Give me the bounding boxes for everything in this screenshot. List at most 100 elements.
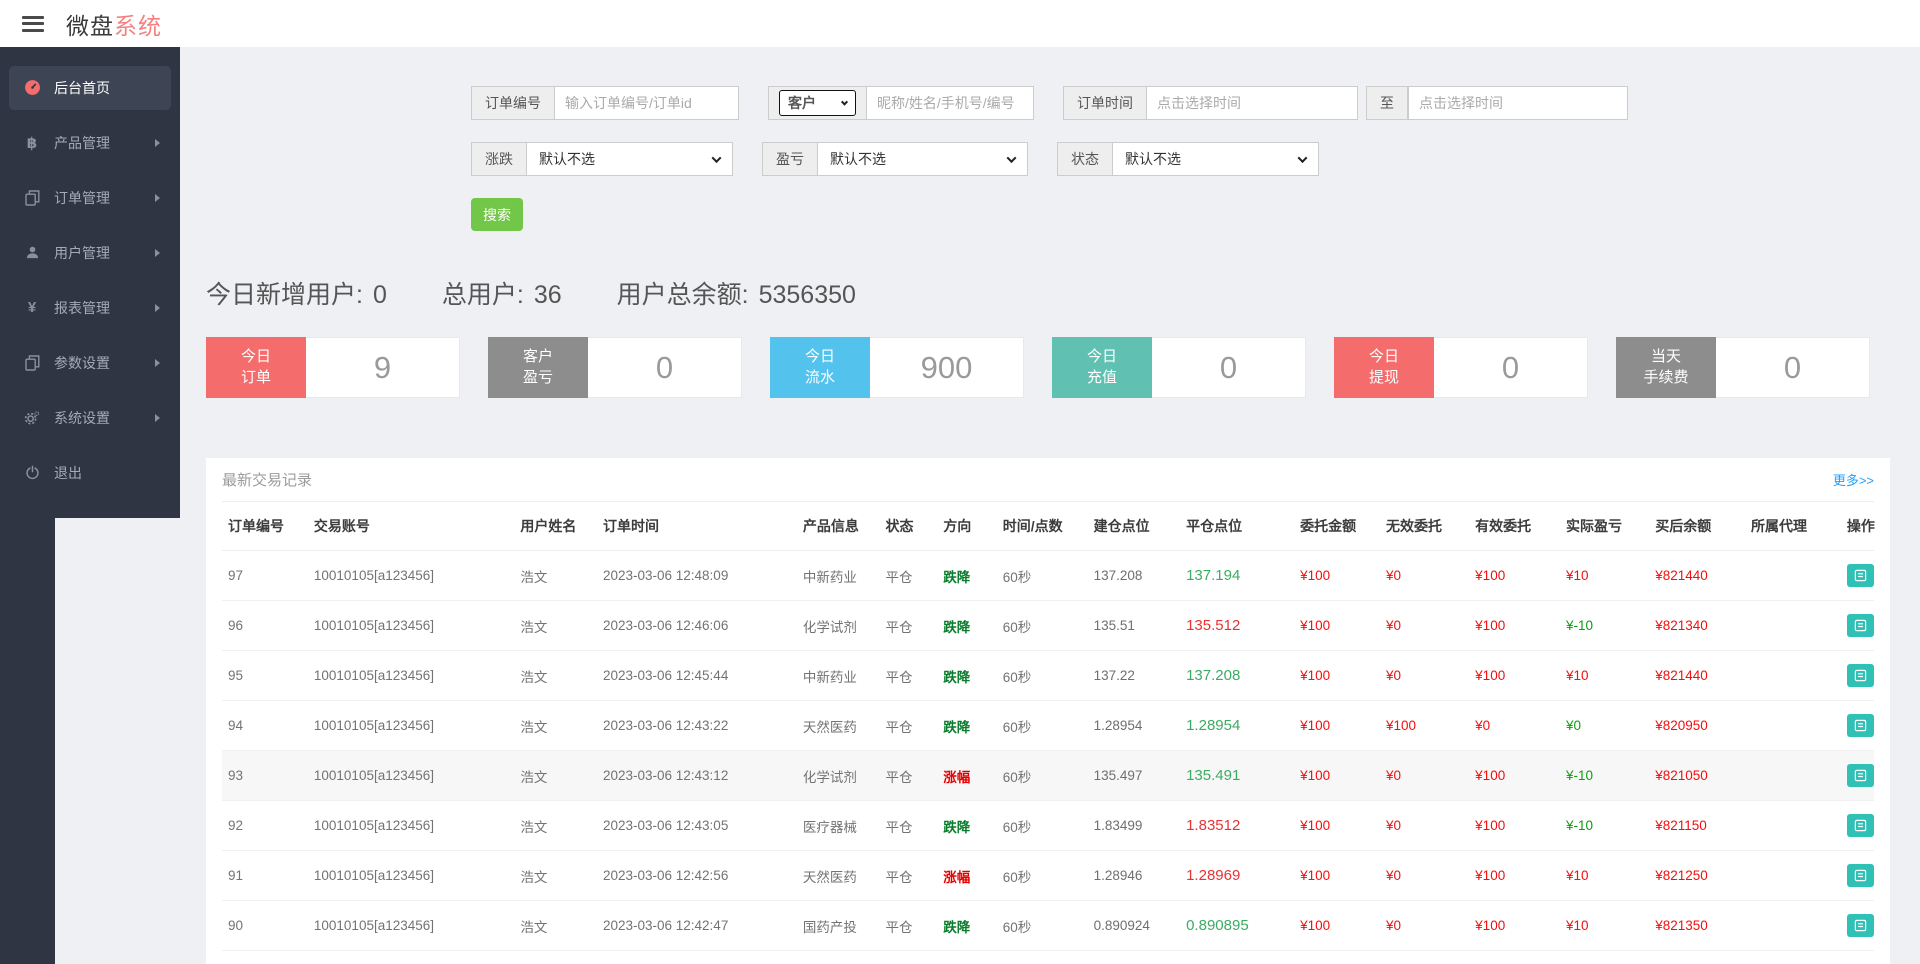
top-bar: 微盘系统 bbox=[0, 0, 1920, 47]
name-cell: 浩文 bbox=[514, 801, 597, 851]
orders-icon bbox=[22, 190, 42, 206]
close-cell: 137.194 bbox=[1180, 551, 1294, 601]
order-no-input[interactable] bbox=[554, 86, 739, 120]
chevron-right-icon bbox=[155, 414, 160, 422]
search-button[interactable]: 搜索 bbox=[471, 198, 523, 231]
amount-cell: ¥100 bbox=[1294, 651, 1380, 701]
amount-cell: ¥100 bbox=[1294, 801, 1380, 851]
account-cell: 10010105[a123456] bbox=[308, 651, 514, 701]
action-cell bbox=[1841, 551, 1874, 601]
name-cell: 浩文 bbox=[514, 601, 597, 651]
column-header: 平仓点位 bbox=[1180, 502, 1294, 551]
status-cell: 平仓 bbox=[879, 601, 937, 651]
action-cell bbox=[1841, 601, 1874, 651]
stat-card: 今日 订单 9 bbox=[206, 337, 460, 398]
direction-cell: 跌降 bbox=[937, 801, 996, 851]
order-detail-button[interactable] bbox=[1847, 714, 1874, 737]
params-icon bbox=[22, 355, 42, 371]
sidebar-item-后台首页[interactable]: 后台首页 bbox=[0, 60, 180, 115]
close-cell: 1.28954 bbox=[1180, 701, 1294, 751]
table-row: 9310010105[a123456]浩文2023-03-06 12:43:12… bbox=[222, 751, 1874, 801]
column-header: 实际盈亏 bbox=[1560, 502, 1649, 551]
profit-label: 盈亏 bbox=[762, 142, 817, 176]
time-to-input[interactable] bbox=[1408, 86, 1628, 120]
product-cell: 化学试剂 bbox=[797, 751, 880, 801]
sidebar-item-产品管理[interactable]: ฿ 产品管理 bbox=[0, 115, 180, 170]
amount-cell: ¥100 bbox=[1294, 551, 1380, 601]
profit-select[interactable]: 默认不选 bbox=[817, 142, 1028, 176]
account-cell: 10010105[a123456] bbox=[308, 901, 514, 951]
order-detail-button[interactable] bbox=[1847, 864, 1874, 887]
status-cell: 平仓 bbox=[879, 851, 937, 901]
status-cell: 平仓 bbox=[879, 801, 937, 851]
action-cell bbox=[1841, 751, 1874, 801]
stat-card-label: 今日 订单 bbox=[206, 337, 306, 398]
invalid-cell: ¥0 bbox=[1380, 801, 1469, 851]
stat-card: 当天 手续费 0 bbox=[1616, 337, 1870, 398]
time-cell: 2023-03-06 12:43:22 bbox=[597, 701, 797, 751]
chevron-down-icon bbox=[712, 153, 722, 163]
stat-card-value: 900 bbox=[870, 337, 1024, 398]
name-cell: 浩文 bbox=[514, 901, 597, 951]
column-header: 建仓点位 bbox=[1088, 502, 1181, 551]
table-row: 8910010105[a123456]浩文2023-03-06 12:42:41… bbox=[222, 951, 1874, 964]
order-detail-button[interactable] bbox=[1847, 764, 1874, 787]
sidebar-item-退出[interactable]: 退出 bbox=[0, 445, 180, 500]
close-cell: 137.208 bbox=[1180, 651, 1294, 701]
profit-filter: 盈亏 默认不选 bbox=[762, 142, 1028, 176]
order-detail-button[interactable] bbox=[1847, 664, 1874, 687]
profit-value: 默认不选 bbox=[830, 149, 886, 169]
agent-cell bbox=[1745, 801, 1841, 851]
status-label: 状态 bbox=[1057, 142, 1112, 176]
sidebar-item-系统设置[interactable]: 系统设置 bbox=[0, 390, 180, 445]
stat-card-label: 当天 手续费 bbox=[1616, 337, 1716, 398]
direction-cell: 跌降 bbox=[937, 651, 996, 701]
table-row: 9210010105[a123456]浩文2023-03-06 12:43:05… bbox=[222, 801, 1874, 851]
order-detail-button[interactable] bbox=[1847, 564, 1874, 587]
sidebar-item-用户管理[interactable]: 用户管理 bbox=[0, 225, 180, 280]
column-header: 有效委托 bbox=[1469, 502, 1560, 551]
order-detail-button[interactable] bbox=[1847, 814, 1874, 837]
profit-cell: ¥-10 bbox=[1560, 601, 1649, 651]
sidebar-item-报表管理[interactable]: ¥ 报表管理 bbox=[0, 280, 180, 335]
product-cell: 医疗器械 bbox=[797, 801, 880, 851]
customer-filter: 客户 bbox=[768, 86, 1034, 120]
invalid-cell: ¥0 bbox=[1380, 751, 1469, 801]
profit-cell: ¥10 bbox=[1560, 551, 1649, 601]
name-cell: 浩文 bbox=[514, 751, 597, 801]
customer-type-select[interactable]: 客户 bbox=[779, 90, 856, 116]
stat-card-value: 0 bbox=[1152, 337, 1306, 398]
name-cell: 浩文 bbox=[514, 951, 597, 964]
status-value: 默认不选 bbox=[1125, 149, 1181, 169]
order-detail-button[interactable] bbox=[1847, 614, 1874, 637]
stat-card-label: 客户 盈亏 bbox=[488, 337, 588, 398]
valid-cell: ¥100 bbox=[1469, 601, 1560, 651]
chevron-down-icon bbox=[841, 98, 848, 105]
chevron-right-icon bbox=[155, 359, 160, 367]
open-cell: 135.51 bbox=[1088, 601, 1181, 651]
time-cell: 2023-03-06 12:43:05 bbox=[597, 801, 797, 851]
total-users-stat: 总用户: 36 bbox=[442, 275, 562, 311]
invalid-cell: ¥0 bbox=[1380, 551, 1469, 601]
updown-select[interactable]: 默认不选 bbox=[526, 142, 733, 176]
sidebar-item-参数设置[interactable]: 参数设置 bbox=[0, 335, 180, 390]
customer-input[interactable] bbox=[866, 86, 1034, 120]
sidebar-item-订单管理[interactable]: 订单管理 bbox=[0, 170, 180, 225]
order-detail-button[interactable] bbox=[1847, 914, 1874, 937]
status-cell: 平仓 bbox=[879, 751, 937, 801]
time-cell: 2023-03-06 12:43:12 bbox=[597, 751, 797, 801]
status-select[interactable]: 默认不选 bbox=[1112, 142, 1319, 176]
time-from-input[interactable] bbox=[1146, 86, 1358, 120]
order-no-filter: 订单编号 bbox=[471, 86, 739, 120]
order-no-label: 订单编号 bbox=[471, 86, 554, 120]
direction-cell: 跌降 bbox=[937, 551, 996, 601]
hamburger-menu-icon[interactable] bbox=[22, 16, 44, 32]
power-icon bbox=[22, 465, 42, 480]
stat-cards: 今日 订单 9 客户 盈亏 0 今日 流水 900 今日 充值 bbox=[206, 337, 1870, 398]
column-header: 用户姓名 bbox=[514, 502, 597, 551]
brand-primary: 微盘 bbox=[66, 13, 114, 39]
id-cell: 95 bbox=[222, 651, 308, 701]
more-link[interactable]: 更多>> bbox=[1833, 470, 1874, 489]
action-cell bbox=[1841, 851, 1874, 901]
account-cell: 10010105[a123456] bbox=[308, 801, 514, 851]
